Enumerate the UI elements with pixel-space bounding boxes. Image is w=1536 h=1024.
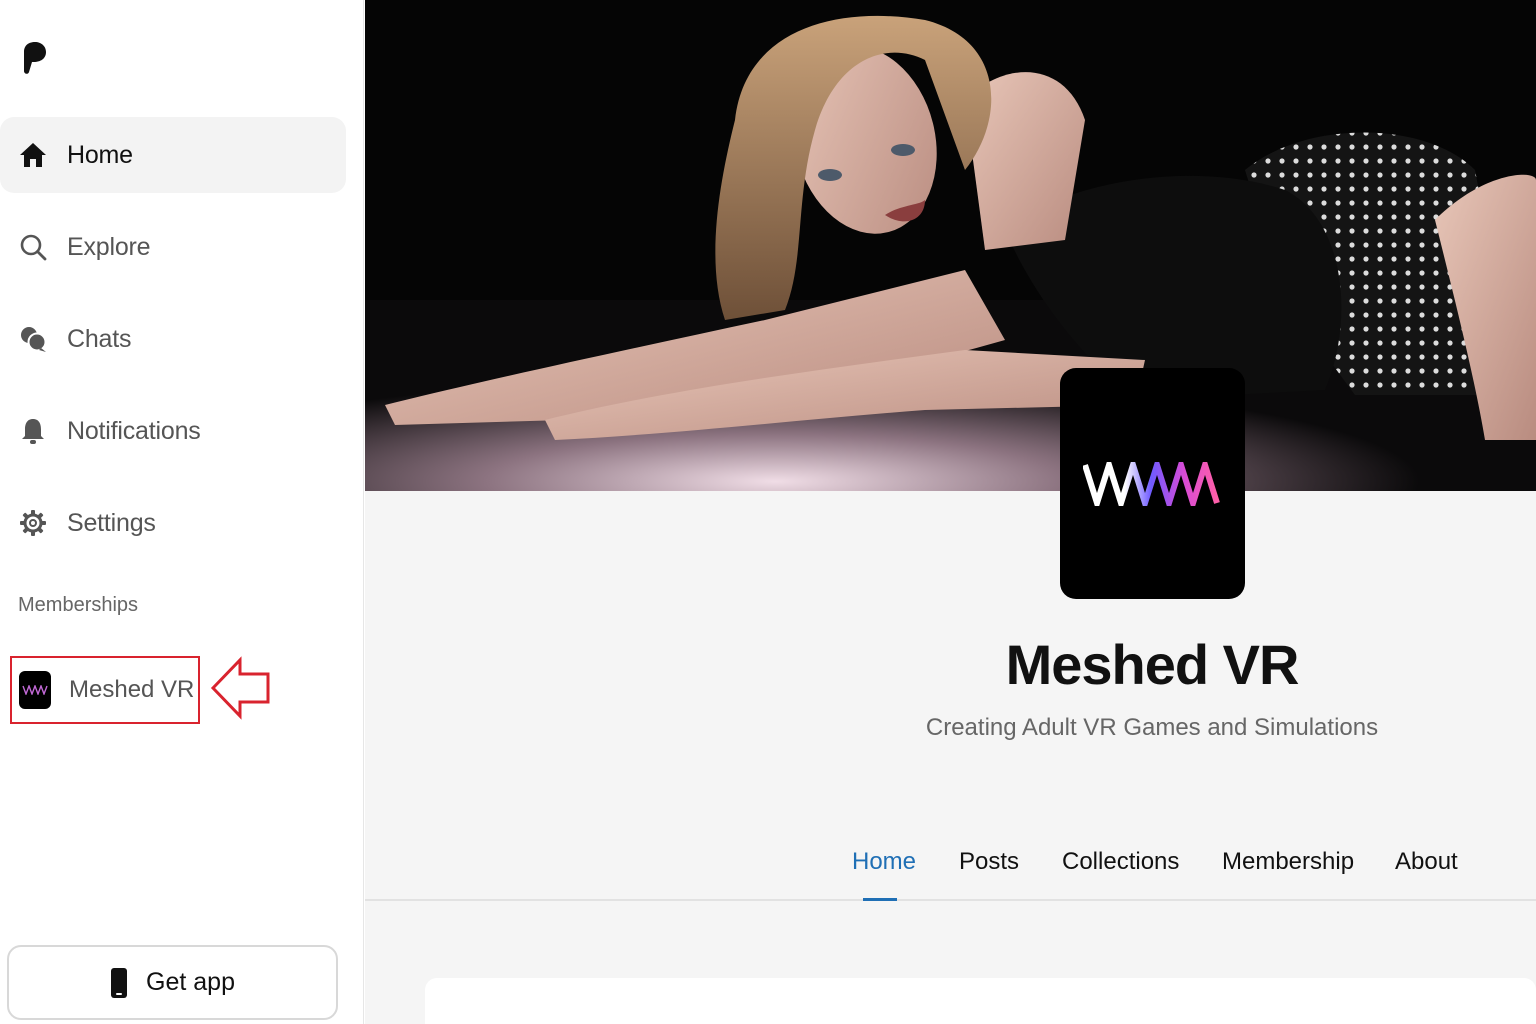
tab-about[interactable]: About bbox=[1395, 848, 1458, 876]
get-app-label: Get app bbox=[146, 968, 235, 996]
sidebar-item-label: Notifications bbox=[67, 416, 201, 445]
bell-icon bbox=[19, 417, 47, 445]
search-icon bbox=[19, 233, 47, 261]
pointer-arrow-icon bbox=[210, 656, 272, 720]
phone-icon bbox=[110, 967, 128, 999]
sidebar-item-label: Explore bbox=[67, 232, 151, 261]
cover-banner-image bbox=[365, 0, 1536, 491]
creator-avatar[interactable] bbox=[1060, 368, 1245, 599]
chat-bubbles-icon bbox=[19, 325, 47, 353]
sidebar-item-label: Settings bbox=[67, 508, 156, 537]
tab-collections[interactable]: Collections bbox=[1062, 848, 1179, 876]
sidebar-item-home[interactable]: Home bbox=[0, 117, 346, 193]
creator-tagline: Creating Adult VR Games and Simulations bbox=[925, 714, 1379, 741]
tab-home[interactable]: Home bbox=[852, 848, 916, 876]
membership-label: Meshed VR bbox=[69, 676, 195, 703]
content-card bbox=[425, 978, 1536, 1024]
membership-item-meshed-vr[interactable]: Meshed VR bbox=[10, 656, 200, 724]
home-icon bbox=[19, 141, 47, 169]
tab-posts[interactable]: Posts bbox=[959, 848, 1019, 876]
patreon-logo[interactable] bbox=[20, 40, 48, 76]
active-tab-indicator bbox=[863, 898, 897, 901]
creator-tabs: Home Posts Collections Membership About bbox=[365, 840, 1536, 901]
creator-page: Meshed VR Creating Adult VR Games and Si… bbox=[365, 0, 1536, 1024]
sidebar-item-settings[interactable]: Settings bbox=[0, 485, 346, 561]
vmm-logo-icon bbox=[19, 671, 51, 709]
sidebar-item-notifications[interactable]: Notifications bbox=[0, 393, 346, 469]
gear-icon bbox=[19, 509, 47, 537]
sidebar-item-label: Chats bbox=[67, 324, 132, 353]
tab-membership[interactable]: Membership bbox=[1222, 848, 1354, 876]
sidebar-item-chats[interactable]: Chats bbox=[0, 301, 346, 377]
sidebar: Home Explore Chats Notifications Setting… bbox=[0, 0, 364, 1024]
sidebar-item-explore[interactable]: Explore bbox=[0, 209, 346, 285]
get-app-button[interactable]: Get app bbox=[7, 945, 338, 1020]
creator-name: Meshed VR bbox=[1005, 633, 1300, 696]
sidebar-item-label: Home bbox=[67, 140, 133, 169]
vmm-logo-icon bbox=[1082, 461, 1220, 506]
memberships-heading: Memberships bbox=[18, 594, 139, 616]
